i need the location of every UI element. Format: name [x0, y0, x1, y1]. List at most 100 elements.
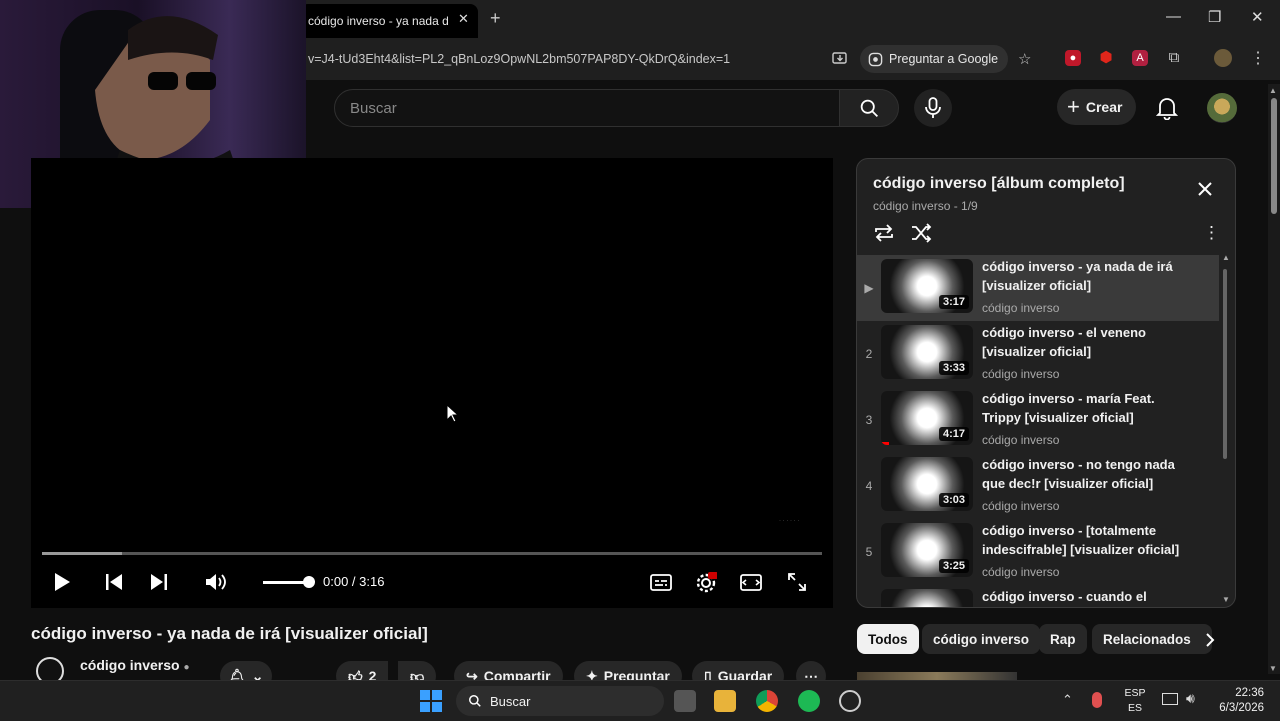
volume-knob[interactable] — [303, 576, 315, 588]
scroll-down-icon[interactable]: ▼ — [1222, 595, 1230, 604]
plus-icon: + — [1067, 94, 1080, 119]
next-icon[interactable] — [149, 572, 169, 595]
item-channel: código inverso — [982, 433, 1060, 447]
mouse-cursor-icon — [446, 403, 460, 427]
browser-menu-icon[interactable]: ⋮ — [1250, 48, 1266, 68]
play-icon[interactable] — [53, 572, 71, 595]
volume-icon[interactable] — [204, 572, 228, 595]
network-icon[interactable] — [1162, 693, 1178, 705]
search-button[interactable] — [839, 89, 899, 127]
playlist-panel: código inverso [álbum completo] código i… — [856, 158, 1236, 608]
video-watermark: · · · · · · — [779, 518, 800, 524]
thumbnail: 3:25 — [881, 523, 973, 577]
chip-rap[interactable]: Rap — [1039, 624, 1087, 654]
clock[interactable]: 22:36 6/3/2026 — [1218, 686, 1264, 716]
windows-start-icon[interactable] — [420, 690, 442, 715]
microphone-tray-icon[interactable] — [1092, 692, 1102, 708]
playlist-item[interactable]: código inverso - cuando el — [857, 585, 1219, 607]
install-app-icon[interactable] — [832, 50, 848, 69]
playlist-title[interactable]: código inverso [álbum completo] — [873, 175, 1125, 193]
duration-badge: 3:03 — [938, 493, 969, 507]
thumbnail: 4:17 — [881, 391, 973, 445]
playlist-item[interactable]: 2 3:33 código inverso - el veneno [visua… — [857, 321, 1219, 387]
create-label: Crear — [1085, 99, 1123, 115]
chip-related[interactable]: Relacionados — [1092, 624, 1212, 654]
item-index: 3 — [865, 413, 873, 427]
fullscreen-icon[interactable] — [787, 572, 807, 595]
playlist-item[interactable]: 3 4:17 código inverso - maría Feat. Trip… — [857, 387, 1219, 453]
theater-mode-icon[interactable] — [740, 574, 762, 594]
item-title: código inverso - [totalmente indescifrab… — [982, 523, 1180, 557]
taskbar-search[interactable]: Buscar — [456, 686, 664, 716]
profile-icon[interactable] — [1214, 49, 1232, 67]
shuffle-icon[interactable] — [910, 223, 932, 246]
playlist-item[interactable]: ▶ 3:17 código inverso - ya nada de irá [… — [857, 255, 1219, 321]
item-title: código inverso - maría Feat. Trippy [vis… — [982, 391, 1155, 425]
taskbar: Buscar ⌃ ESP ES 🔊︎ 22:36 6/3/2026 — [0, 680, 1280, 721]
close-window-icon[interactable]: ✕ — [1251, 8, 1264, 26]
chrome-icon[interactable] — [756, 690, 778, 712]
ask-google-label: Preguntar a Google — [889, 52, 999, 66]
tab-close-icon[interactable]: ✕ — [458, 11, 469, 27]
create-button[interactable]: + Crear — [1057, 89, 1137, 125]
avatar[interactable] — [1207, 93, 1237, 123]
play-indicator-icon: ▶ — [864, 281, 874, 295]
subtitles-icon[interactable] — [650, 574, 672, 594]
new-tab-icon[interactable]: + — [490, 8, 501, 29]
tray-chevron-icon[interactable]: ⌃ — [1062, 692, 1073, 708]
watch-progress — [881, 442, 889, 445]
voice-search-button[interactable] — [914, 89, 952, 127]
url-text[interactable]: v=J4-tUd3Eht4&list=PL2_qBnLoz9OpwNL2bm50… — [308, 52, 730, 66]
item-title: código inverso - ya nada de irá [visuali… — [982, 259, 1173, 293]
item-index: 4 — [865, 479, 873, 493]
playlist-item[interactable]: 4 3:03 código inverso - no tengo nada qu… — [857, 453, 1219, 519]
progress-bar[interactable] — [42, 552, 822, 555]
loop-icon[interactable] — [873, 223, 895, 246]
page-scroll-up-icon[interactable]: ▲ — [1269, 86, 1277, 95]
page-scrollbar[interactable]: ▲ ▼ — [1268, 84, 1280, 674]
extension-red-icon[interactable]: ● — [1065, 50, 1081, 66]
bookmark-star-icon[interactable]: ☆ — [1018, 50, 1031, 68]
search-icon — [860, 99, 878, 117]
file-explorer-icon[interactable] — [714, 690, 736, 712]
item-title: código inverso - el veneno [visualizer o… — [982, 325, 1146, 359]
extension-shield-icon[interactable]: ⬢ — [1098, 50, 1114, 66]
speaker-icon[interactable]: 🔊︎ — [1186, 690, 1195, 707]
tab-title: código inverso - ya nada de irá — [308, 14, 448, 28]
thumbnail: 3:17 — [881, 259, 973, 313]
ask-google-button[interactable]: Preguntar a Google — [860, 45, 1009, 73]
scroll-up-icon[interactable]: ▲ — [1222, 253, 1230, 262]
maximize-icon[interactable]: ❐ — [1208, 8, 1221, 26]
channel-name[interactable]: código inverso ● — [80, 657, 190, 673]
minimize-icon[interactable]: — — [1166, 8, 1181, 25]
chip-todos[interactable]: Todos — [857, 624, 919, 654]
notifications-bell-icon[interactable] — [1155, 96, 1179, 123]
duration-badge: 4:17 — [938, 427, 969, 441]
extension-badge-icon[interactable]: A — [1132, 50, 1148, 66]
obs-icon[interactable] — [839, 690, 861, 712]
task-view-icon[interactable] — [674, 690, 696, 712]
spotify-icon[interactable] — [798, 690, 820, 712]
language-indicator[interactable]: ESP ES — [1124, 686, 1146, 716]
page-scroll-down-icon[interactable]: ▼ — [1269, 664, 1277, 673]
item-channel: código inverso — [982, 301, 1060, 315]
close-icon[interactable] — [1197, 181, 1213, 200]
page-scroll-thumb[interactable] — [1271, 98, 1277, 214]
next-video-thumbnail[interactable] — [857, 672, 1017, 680]
browser-tab[interactable]: código inverso - ya nada de irá ✕ — [300, 4, 478, 38]
chevron-right-icon[interactable] — [1204, 632, 1216, 651]
previous-icon[interactable] — [104, 572, 124, 595]
playlist-more-icon[interactable]: ⋮ — [1203, 223, 1220, 243]
video-title: código inverso - ya nada de irá [visuali… — [31, 624, 428, 643]
video-player[interactable]: · · · · · · 0:00 / 3:16 — [31, 158, 833, 608]
playlist-scrollbar[interactable] — [1223, 269, 1227, 459]
thumbnail — [881, 589, 973, 607]
time-display: 0:00 / 3:16 — [323, 574, 385, 589]
duration-badge: 3:17 — [938, 295, 969, 309]
search-input[interactable]: Buscar — [334, 89, 841, 127]
settings-gear-icon[interactable] — [695, 572, 718, 597]
thumbnail: 3:03 — [881, 457, 973, 511]
playlist-item[interactable]: 5 3:25 código inverso - [totalmente inde… — [857, 519, 1219, 585]
extensions-puzzle-icon[interactable]: ⧉ — [1166, 50, 1182, 66]
chip-channel[interactable]: código inverso — [922, 624, 1041, 654]
